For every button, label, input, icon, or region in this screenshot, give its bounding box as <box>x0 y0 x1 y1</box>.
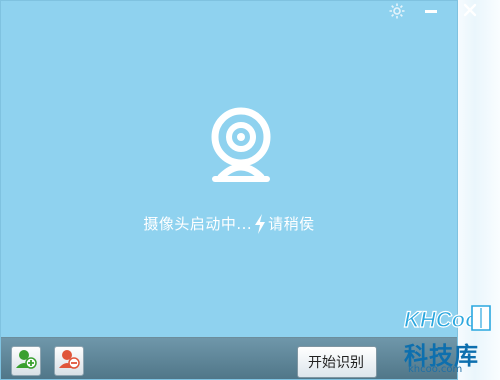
webcam-icon <box>209 107 273 187</box>
watermark-url: khcoo.com <box>408 364 463 375</box>
status-wait-text: 请稍侯 <box>268 215 315 233</box>
settings-button[interactable] <box>379 1 415 25</box>
close-icon <box>462 2 478 22</box>
remove-user-button[interactable] <box>54 346 84 376</box>
close-button[interactable] <box>452 0 488 24</box>
add-user-button[interactable] <box>11 346 41 376</box>
khcoo-watermark: KHCoo 科技库 khcoo.com <box>378 296 500 380</box>
logo-text: KHCoo <box>404 307 479 332</box>
camera-status: 摄像头启动中... 请稍侯 <box>1 213 457 234</box>
status-text: 摄像头启动中... <box>143 215 253 233</box>
remove-user-icon <box>58 348 80 374</box>
minimize-icon <box>423 3 439 23</box>
start-recognition-button[interactable]: 开始识别 <box>297 346 377 378</box>
add-user-icon <box>15 348 37 374</box>
khcoo-logo: KHCoo <box>402 302 494 334</box>
start-recognition-label: 开始识别 <box>308 355 364 371</box>
minimize-button[interactable] <box>417 1 445 25</box>
lightning-icon <box>254 213 266 234</box>
gear-icon <box>388 2 406 24</box>
